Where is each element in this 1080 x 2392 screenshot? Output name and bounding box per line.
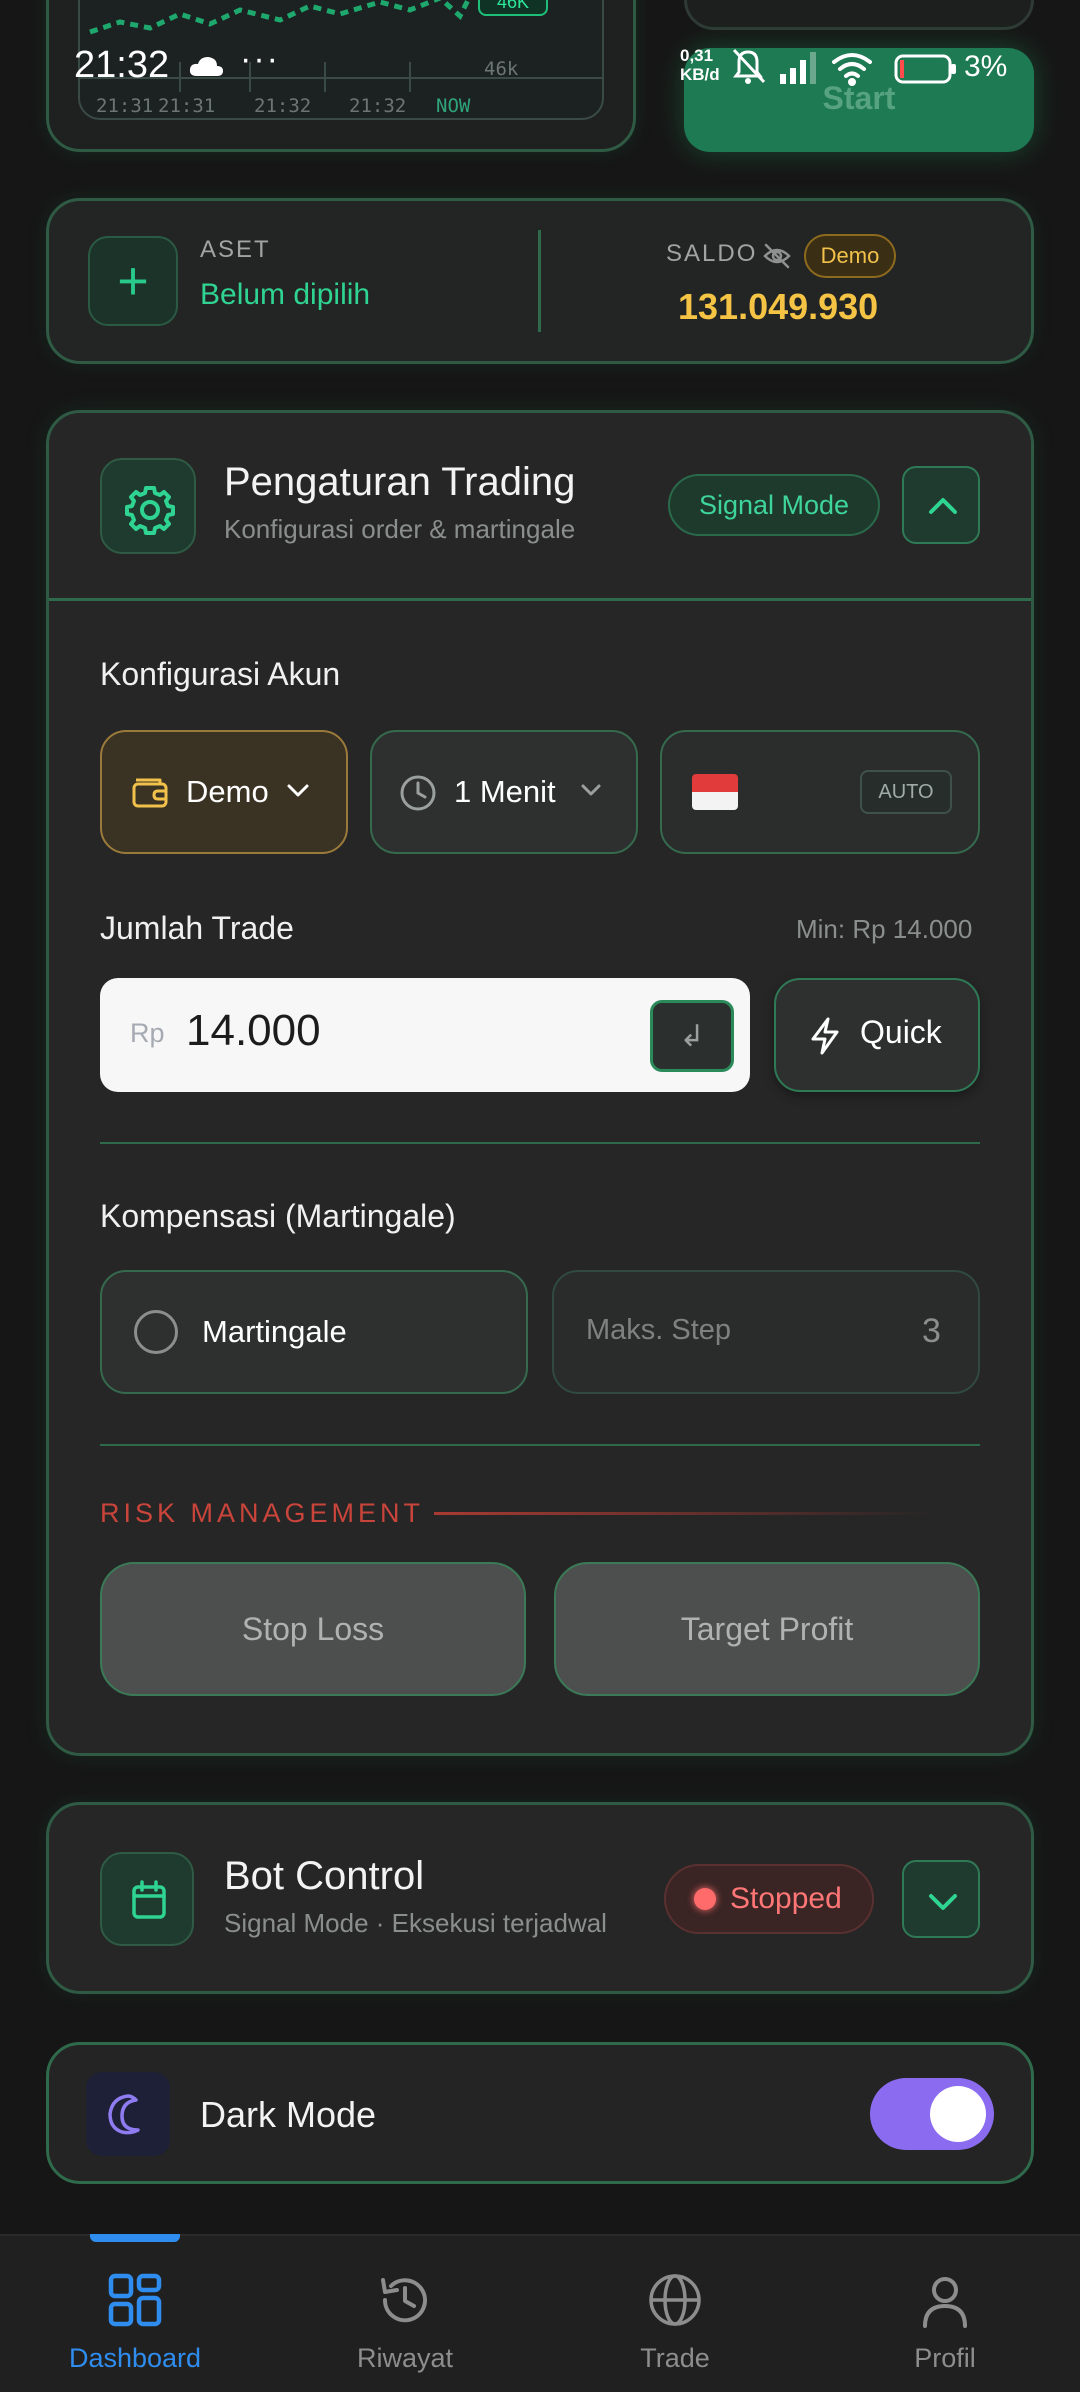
nav-dashboard[interactable]: Dashboard bbox=[35, 2270, 235, 2374]
enter-button[interactable]: ↲ bbox=[650, 1000, 734, 1072]
calendar-icon-box bbox=[100, 1852, 194, 1946]
expand-bot-control-button[interactable] bbox=[902, 1860, 980, 1938]
settings-subtitle: Konfigurasi order & martingale bbox=[224, 514, 576, 544]
divider bbox=[538, 230, 541, 332]
quick-label: Quick bbox=[860, 1014, 942, 1050]
status-icons bbox=[730, 46, 960, 95]
x-axis-tick: 21:31 bbox=[96, 95, 154, 117]
min-amount-label: Min: Rp 14.000 bbox=[796, 914, 973, 944]
risk-management-label: RISK MANAGEMENT bbox=[100, 1498, 425, 1528]
battery-percent: 3% bbox=[964, 50, 1008, 83]
nav-label: Riwayat bbox=[356, 2343, 454, 2373]
saldo-label: SALDO bbox=[666, 240, 758, 267]
risk-divider bbox=[434, 1512, 934, 1515]
saldo-value: 131.049.930 bbox=[678, 286, 879, 327]
active-tab-indicator bbox=[90, 2234, 180, 2242]
chevron-down-icon bbox=[929, 1894, 957, 1910]
chevron-up-icon bbox=[929, 498, 957, 514]
status-time: 21:32 bbox=[74, 44, 170, 86]
nav-riwayat[interactable]: Riwayat bbox=[305, 2270, 505, 2374]
add-asset-button[interactable]: + bbox=[88, 236, 178, 326]
control-card-top bbox=[684, 0, 1034, 30]
martingale-label: Martingale bbox=[202, 1314, 347, 1349]
x-axis-tick: 21:32 bbox=[349, 95, 407, 117]
eye-off-icon[interactable] bbox=[762, 242, 792, 275]
nav-label: Trade bbox=[640, 2343, 710, 2373]
x-axis-tick: 21:31 bbox=[158, 95, 216, 117]
x-axis-tick-now: NOW bbox=[436, 95, 471, 117]
network-speed-value: 0,31 bbox=[680, 46, 714, 65]
asset-label: ASET bbox=[200, 236, 271, 263]
nav-profil[interactable]: Profil bbox=[845, 2270, 1045, 2374]
max-step-value: 3 bbox=[922, 1312, 941, 1350]
x-axis-tick: 21:32 bbox=[254, 95, 312, 117]
divider bbox=[100, 1444, 980, 1446]
collapse-settings-button[interactable] bbox=[902, 466, 980, 544]
bot-control-title: Bot Control bbox=[224, 1854, 425, 1898]
more-notifications-icon: ··· bbox=[240, 40, 280, 78]
moon-icon bbox=[108, 2094, 140, 2135]
lightning-icon bbox=[806, 1016, 844, 1061]
account-config-label: Konfigurasi Akun bbox=[100, 656, 341, 692]
battery-icon bbox=[894, 54, 956, 84]
network-speed-unit: KB/d bbox=[680, 65, 720, 84]
history-icon bbox=[381, 2278, 427, 2323]
bot-control-subtitle: Signal Mode · Eksekusi terjadwal bbox=[224, 1908, 607, 1938]
bell-off-icon bbox=[732, 48, 766, 84]
wallet-icon bbox=[130, 774, 170, 815]
divider bbox=[100, 1142, 980, 1144]
martingale-radio[interactable] bbox=[134, 1310, 178, 1354]
header-divider bbox=[49, 598, 1031, 601]
timeframe-value: 1 Menit bbox=[454, 774, 556, 809]
indonesia-flag-icon bbox=[692, 774, 738, 810]
y-axis-tick: 46k bbox=[484, 58, 519, 80]
nav-trade[interactable]: Trade bbox=[575, 2270, 775, 2374]
moon-icon-box bbox=[86, 2072, 170, 2156]
wifi-icon bbox=[832, 53, 872, 86]
settings-title: Pengaturan Trading bbox=[224, 460, 576, 504]
currency-prefix: Rp bbox=[130, 1018, 165, 1048]
network-speed: 0,31 KB/d bbox=[680, 46, 720, 84]
auto-chip: AUTO bbox=[860, 770, 952, 814]
settings-icon-box bbox=[100, 458, 196, 554]
account-type-badge: Demo bbox=[804, 234, 896, 278]
nav-label: Profil bbox=[914, 2343, 976, 2373]
clock-icon bbox=[398, 773, 438, 818]
calendar-icon bbox=[132, 1880, 166, 1919]
globe-icon bbox=[649, 2274, 701, 2326]
trade-amount-label: Jumlah Trade bbox=[100, 910, 294, 946]
signal-icon bbox=[780, 52, 816, 84]
cloud-icon bbox=[188, 54, 224, 83]
status-dot bbox=[694, 1888, 716, 1910]
martingale-section-label: Kompensasi (Martingale) bbox=[100, 1198, 456, 1234]
current-price-tag: 46K bbox=[478, 0, 548, 16]
signal-mode-chip[interactable]: Signal Mode bbox=[668, 474, 880, 536]
bot-status-label: Stopped bbox=[730, 1882, 842, 1915]
gear-icon bbox=[125, 486, 175, 535]
chevron-down-icon bbox=[578, 781, 604, 804]
account-type-value: Demo bbox=[186, 774, 269, 809]
dark-mode-label: Dark Mode bbox=[200, 2094, 377, 2135]
nav-label: Dashboard bbox=[68, 2343, 202, 2373]
target-profit-button[interactable]: Target Profit bbox=[554, 1562, 980, 1696]
user-icon bbox=[923, 2277, 967, 2328]
stop-loss-button[interactable]: Stop Loss bbox=[100, 1562, 526, 1696]
toggle-knob bbox=[930, 2086, 986, 2142]
trade-amount-value[interactable]: 14.000 bbox=[186, 1006, 321, 1056]
max-step-label: Maks. Step bbox=[586, 1314, 732, 1346]
dashboard-icon bbox=[108, 2273, 162, 2327]
chevron-down-icon bbox=[284, 780, 312, 805]
asset-value[interactable]: Belum dipilih bbox=[200, 278, 370, 312]
